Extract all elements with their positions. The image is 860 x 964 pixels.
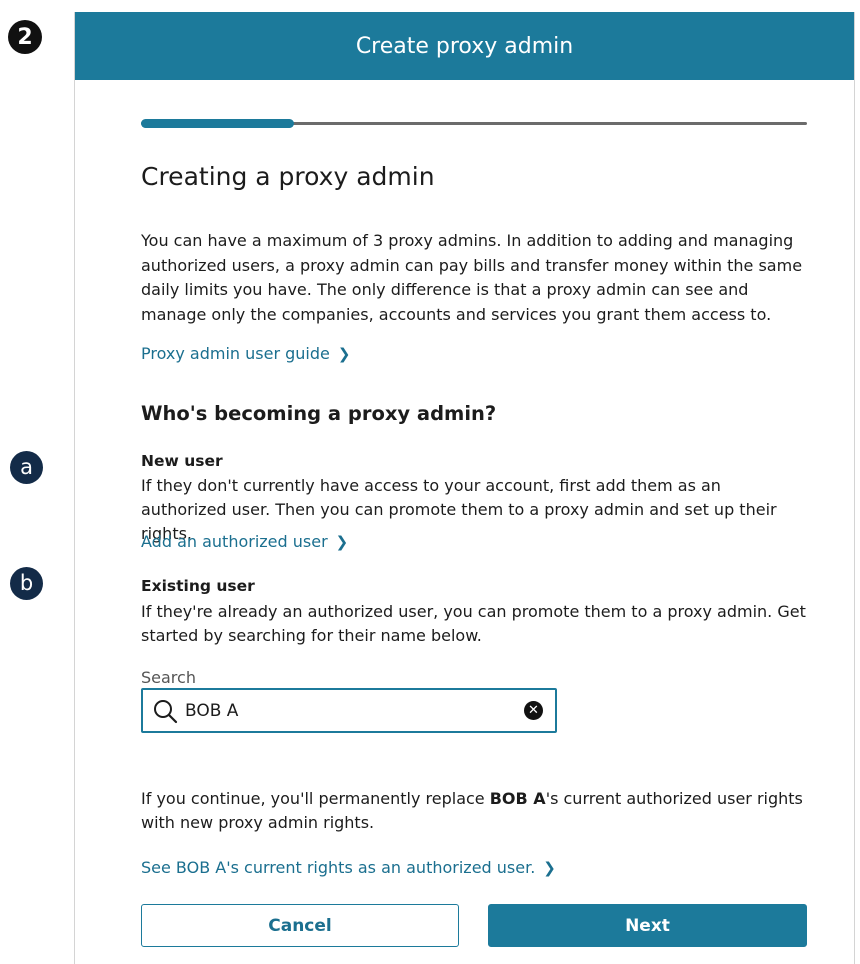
- page-heading: Creating a proxy admin: [141, 162, 435, 191]
- cancel-button-label: Cancel: [268, 915, 332, 936]
- who-heading: Who's becoming a proxy admin?: [141, 402, 497, 425]
- progress-fill: [141, 119, 295, 128]
- cancel-button[interactable]: Cancel: [141, 904, 459, 947]
- search-input[interactable]: [185, 700, 505, 721]
- warning-user-name: BOB A: [489, 789, 546, 808]
- callout-badge-b: b: [10, 567, 43, 600]
- search-icon: [154, 699, 178, 723]
- chevron-right-icon: ❯: [335, 533, 349, 551]
- dialog-header: Create proxy admin: [75, 12, 854, 80]
- next-button-label: Next: [625, 915, 670, 936]
- chevron-right-icon: ❯: [337, 345, 351, 363]
- dialog-title: Create proxy admin: [355, 33, 574, 59]
- existing-user-description: If they're already an authorized user, y…: [141, 602, 806, 645]
- search-field[interactable]: ✕: [141, 688, 557, 733]
- replace-rights-warning: If you continue, you'll permanently repl…: [141, 787, 807, 835]
- search-label: Search: [141, 668, 196, 687]
- existing-user-label: Existing user: [141, 577, 255, 595]
- callout-badge-a: a: [10, 451, 43, 484]
- progress-bar: [141, 119, 807, 128]
- add-user-link-label: Add an authorized user: [141, 532, 328, 551]
- next-button[interactable]: Next: [488, 904, 807, 947]
- intro-text: You can have a maximum of 3 proxy admins…: [141, 231, 803, 324]
- create-proxy-admin-dialog: Create proxy admin Creating a proxy admi…: [74, 12, 855, 964]
- warning-prefix: If you continue, you'll permanently repl…: [141, 789, 490, 808]
- new-user-label: New user: [141, 452, 223, 470]
- clear-search-icon[interactable]: ✕: [524, 701, 543, 720]
- proxy-admin-guide-link[interactable]: Proxy admin user guide ❯: [141, 344, 807, 363]
- step-number-badge: 2: [8, 20, 42, 54]
- chevron-right-icon: ❯: [543, 859, 556, 877]
- rights-link-label: See BOB A's current rights as an authori…: [141, 858, 536, 877]
- view-current-rights-link[interactable]: See BOB A's current rights as an authori…: [141, 858, 807, 877]
- add-authorized-user-link[interactable]: Add an authorized user ❯: [141, 532, 807, 551]
- guide-link-label: Proxy admin user guide: [141, 344, 330, 363]
